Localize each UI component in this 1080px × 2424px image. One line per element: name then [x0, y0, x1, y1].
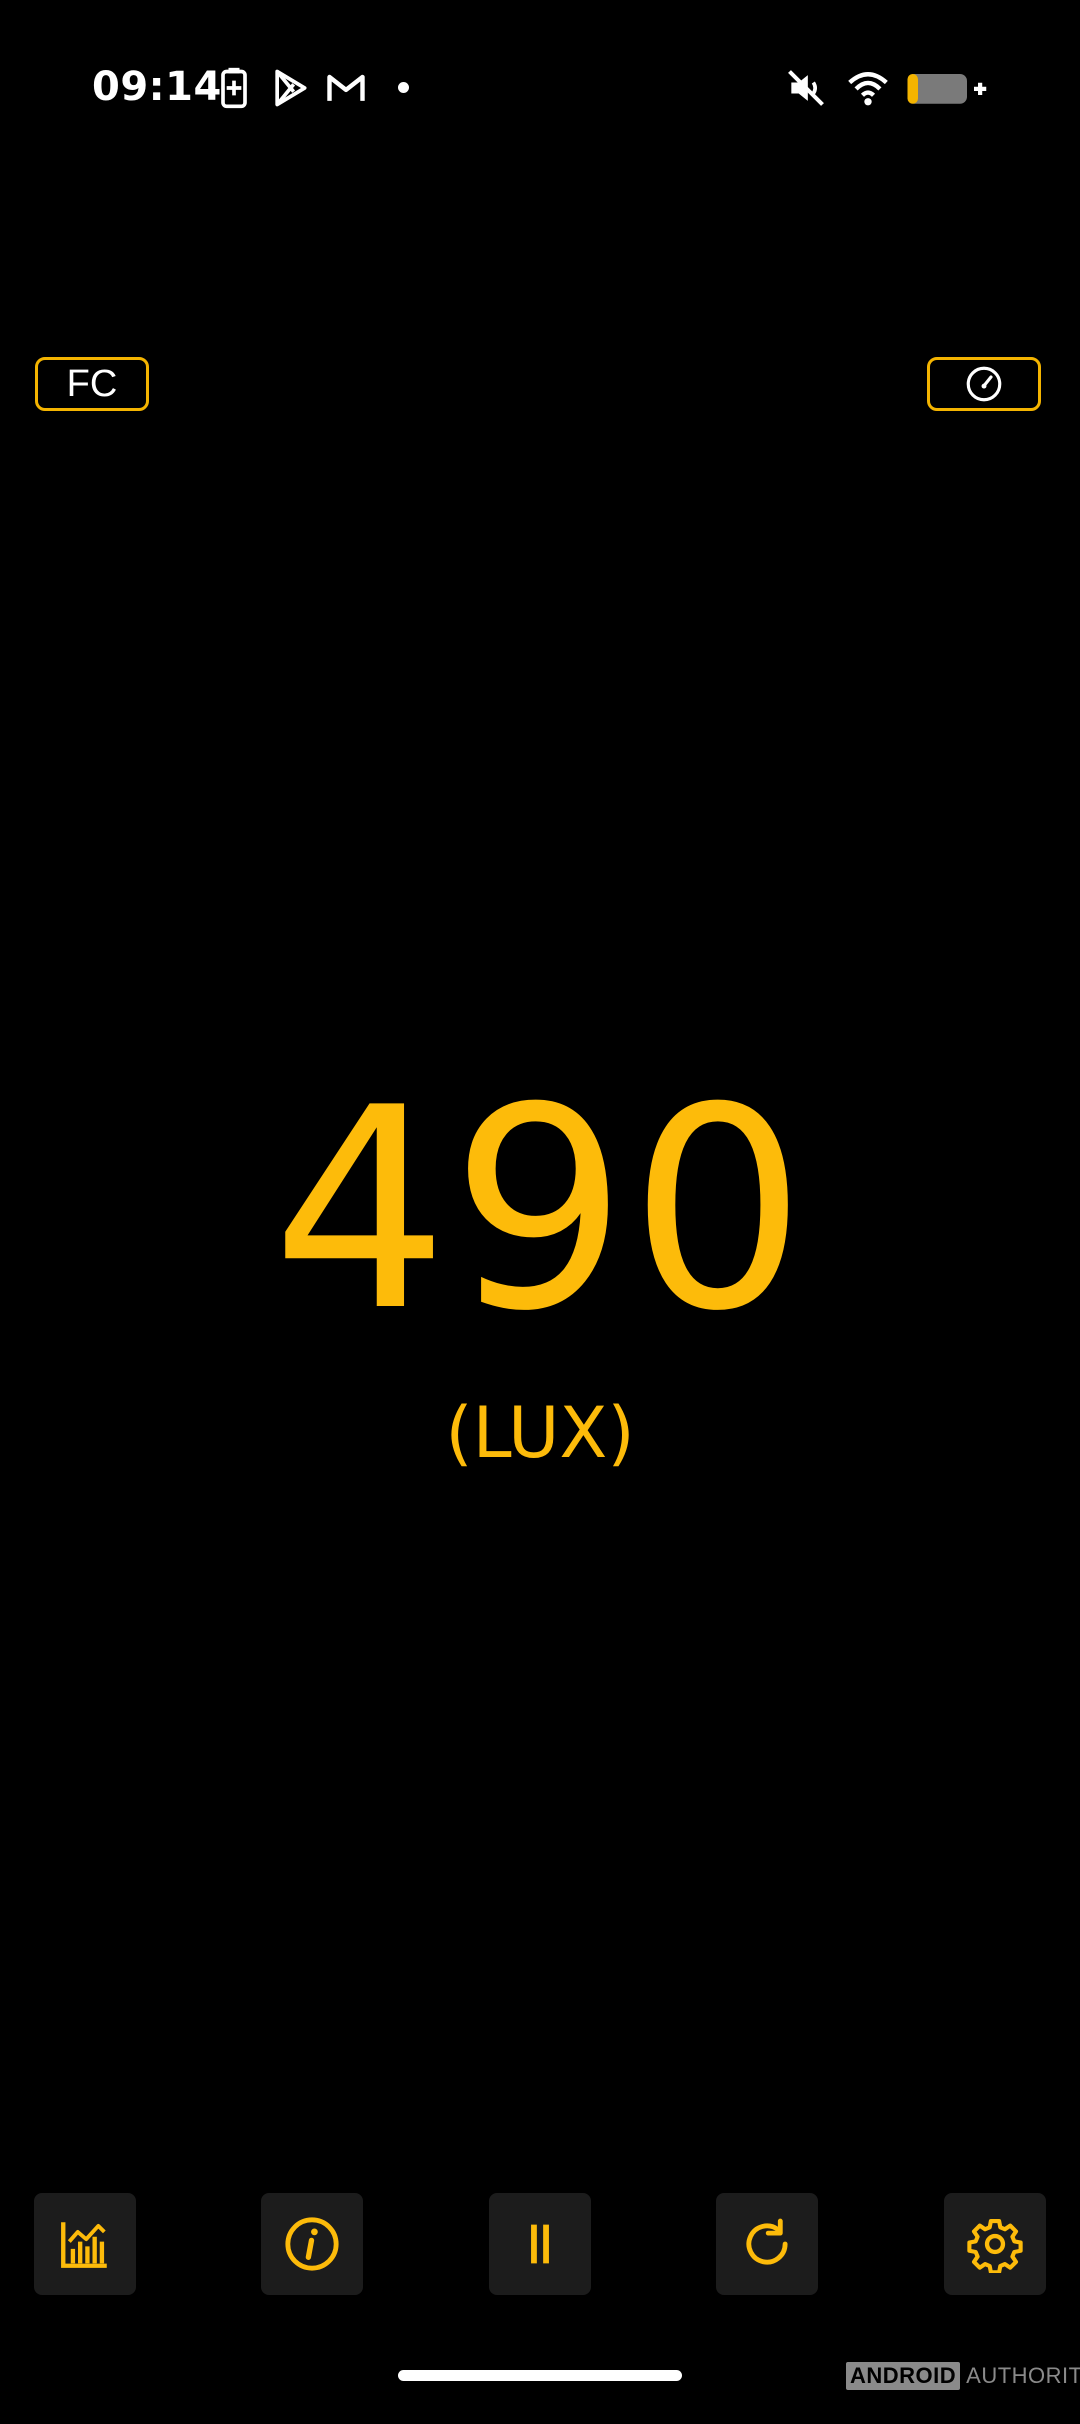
watermark-part1: ANDROID — [846, 2362, 961, 2390]
gmail-icon — [324, 66, 368, 110]
status-clock: 09:14 — [92, 64, 222, 110]
wifi-icon — [846, 66, 890, 110]
play-store-icon — [268, 66, 312, 110]
info-icon — [285, 2217, 339, 2271]
notification-dot — [398, 82, 409, 93]
chart-icon — [61, 2222, 107, 2268]
status-bar: 09:14 — [0, 0, 1080, 175]
pause-icon — [531, 2224, 549, 2264]
lux-unit-label: (LUX) — [445, 1392, 635, 1474]
watermark-part2: AUTHORITY — [966, 2363, 1080, 2388]
gauge-mode-button[interactable] — [927, 357, 1041, 411]
refresh-button[interactable] — [716, 2193, 818, 2295]
lux-reading-value: 490 — [271, 1048, 809, 1372]
settings-icon — [967, 2218, 1023, 2273]
settings-button[interactable] — [944, 2193, 1046, 2295]
info-button[interactable] — [261, 2193, 363, 2295]
mute-icon — [784, 66, 828, 110]
chart-button[interactable] — [34, 2193, 136, 2295]
home-indicator[interactable] — [398, 2370, 682, 2381]
battery-charging-icon — [904, 66, 988, 110]
unit-toggle-label: FC — [66, 363, 118, 405]
unit-toggle-button[interactable]: FC — [35, 357, 149, 411]
watermark: ANDROID AUTHORITY — [846, 2362, 1080, 2390]
pause-button[interactable] — [489, 2193, 591, 2295]
refresh-icon — [746, 2218, 788, 2265]
bottom-toolbar — [0, 2193, 1080, 2295]
battery-saver-icon — [212, 66, 256, 110]
gauge-icon — [966, 366, 1002, 402]
